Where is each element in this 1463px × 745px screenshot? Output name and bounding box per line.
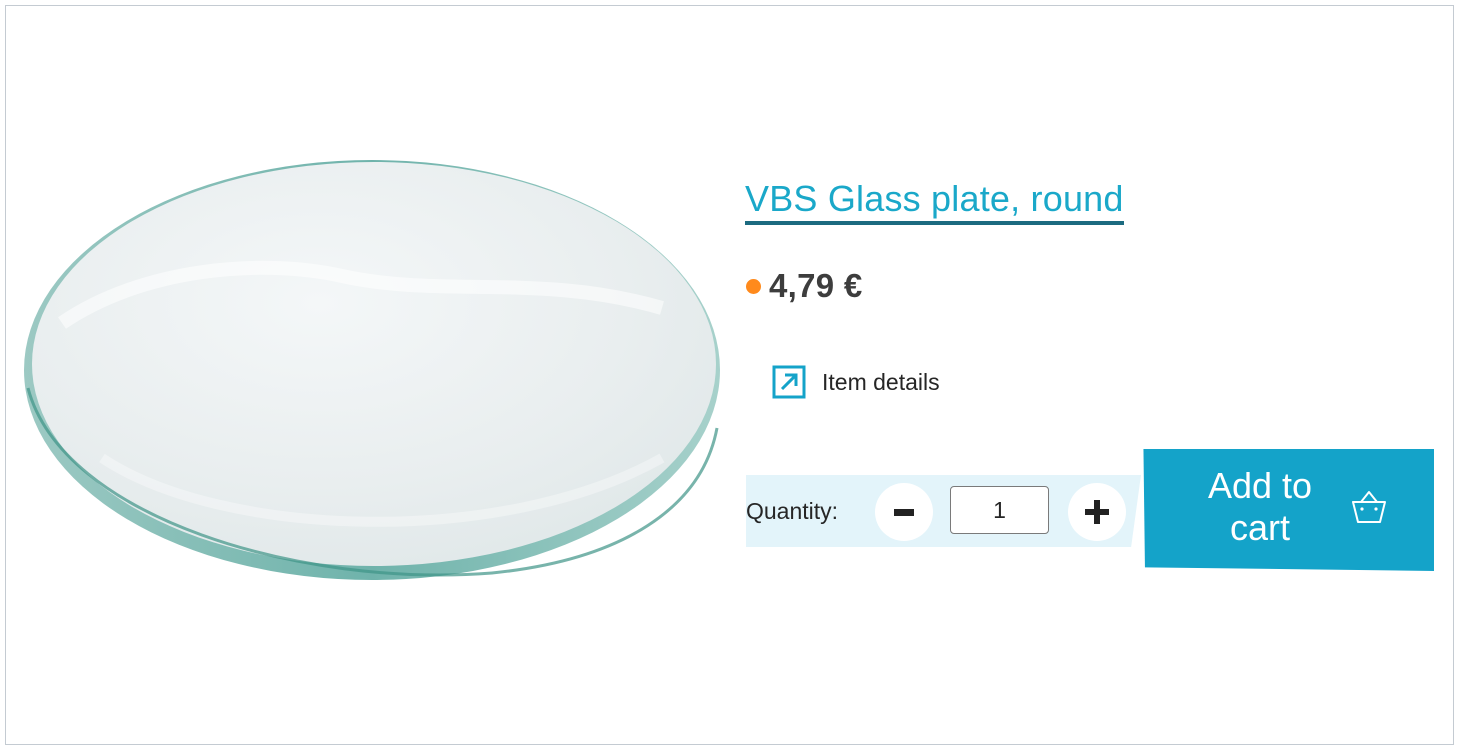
- product-title-link[interactable]: VBS Glass plate, round: [745, 177, 1124, 225]
- item-details-link[interactable]: Item details: [772, 364, 940, 400]
- increment-quantity-button[interactable]: [1068, 483, 1126, 541]
- quantity-input[interactable]: [950, 486, 1049, 534]
- add-to-cart-button[interactable]: [1143, 449, 1434, 571]
- price-row: 4,79 €: [746, 266, 863, 306]
- availability-dot: [746, 278, 761, 294]
- plus-icon: [1085, 500, 1109, 524]
- external-arrow-icon: [772, 365, 806, 399]
- minus-icon: [894, 509, 914, 516]
- item-details-label: Item details: [822, 368, 940, 395]
- product-image[interactable]: [22, 158, 722, 590]
- product-price: 4,79 €: [769, 267, 863, 304]
- decrement-quantity-button[interactable]: [875, 483, 933, 541]
- quantity-label: Quantity:: [746, 498, 839, 524]
